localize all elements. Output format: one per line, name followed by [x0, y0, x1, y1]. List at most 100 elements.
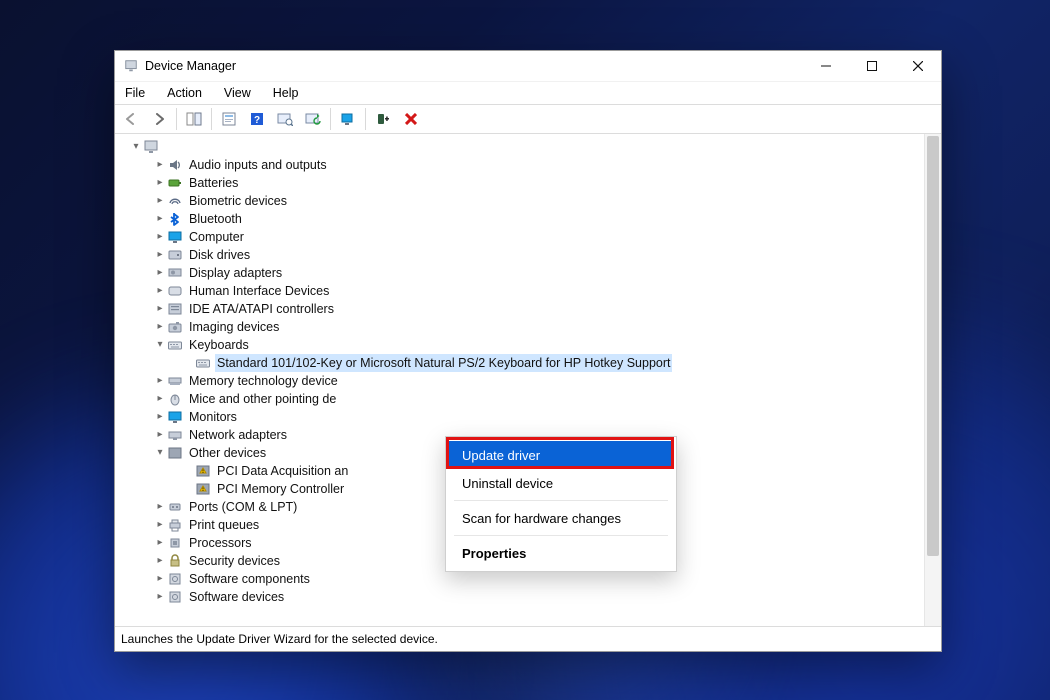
tree-category[interactable]: ▸ Audio inputs and outputs — [123, 156, 924, 174]
chevron-right-icon[interactable]: ▸ — [153, 570, 167, 588]
tree-category[interactable]: ▸Memory technology device — [123, 372, 924, 390]
menu-action[interactable]: Action — [163, 84, 206, 102]
other-icon — [167, 445, 183, 461]
chevron-right-icon[interactable]: ▸ — [153, 588, 167, 606]
chevron-right-icon[interactable]: ▸ — [153, 264, 167, 282]
monitor-icon — [167, 229, 183, 245]
tree-item-label: Security devices — [187, 552, 282, 570]
chevron-right-icon[interactable]: ▸ — [153, 246, 167, 264]
minimize-button[interactable] — [803, 51, 849, 81]
chevron-right-icon[interactable]: ▸ — [153, 498, 167, 516]
svg-text:?: ? — [254, 115, 260, 126]
security-icon — [167, 553, 183, 569]
chevron-down-icon[interactable]: ▾ — [153, 444, 167, 462]
ide-icon — [167, 301, 183, 317]
properties-button[interactable] — [217, 107, 241, 131]
chevron-down-icon[interactable]: ▾ — [129, 138, 143, 156]
tree-item-label: IDE ATA/ATAPI controllers — [187, 300, 336, 318]
speaker-icon — [167, 157, 183, 173]
tree-category[interactable]: ▸Batteries — [123, 174, 924, 192]
chevron-right-icon[interactable]: ▸ — [153, 210, 167, 228]
tree-category[interactable]: ▸ Computer — [123, 228, 924, 246]
tree-root[interactable]: ▾ — [123, 138, 924, 156]
chevron-right-icon[interactable]: ▸ — [153, 408, 167, 426]
add-driver-button[interactable] — [371, 107, 395, 131]
chevron-right-icon[interactable]: ▸ — [153, 552, 167, 570]
ctx-uninstall-device[interactable]: Uninstall device — [448, 469, 674, 497]
chevron-right-icon[interactable]: ▸ — [153, 390, 167, 408]
tree-item-label: Keyboards — [187, 336, 251, 354]
chevron-right-icon[interactable]: ▸ — [153, 318, 167, 336]
tree-category[interactable]: ▸ Software devices — [123, 588, 924, 606]
chevron-right-icon[interactable]: ▸ — [153, 516, 167, 534]
tree-category[interactable]: ▾ Keyboards — [123, 336, 924, 354]
gpu-icon — [167, 265, 183, 281]
close-button[interactable] — [895, 51, 941, 81]
ctx-item-label: Uninstall device — [462, 476, 553, 491]
port-icon — [167, 499, 183, 515]
update-driver-button[interactable] — [301, 107, 325, 131]
cpu-icon — [167, 535, 183, 551]
tree-category[interactable]: ▸Biometric devices — [123, 192, 924, 210]
warn-icon — [195, 481, 211, 497]
network-icon — [167, 427, 183, 443]
status-text: Launches the Update Driver Wizard for th… — [121, 632, 438, 646]
tree-category[interactable]: ▸Software components — [123, 570, 924, 588]
computer-icon — [143, 139, 159, 155]
menu-view[interactable]: View — [220, 84, 255, 102]
tree-device[interactable]: Standard 101/102-Key or Microsoft Natura… — [123, 354, 924, 372]
tree-item-label: Bluetooth — [187, 210, 244, 228]
chevron-right-icon[interactable]: ▸ — [153, 174, 167, 192]
app-icon — [123, 58, 139, 74]
chevron-right-icon[interactable]: ▸ — [153, 426, 167, 444]
scrollbar-thumb[interactable] — [927, 136, 939, 556]
tree-category[interactable]: ▸Human Interface Devices — [123, 282, 924, 300]
tree-item-label: Other devices — [187, 444, 268, 462]
tree-item-label: Computer — [187, 228, 246, 246]
chevron-right-icon[interactable]: ▸ — [153, 156, 167, 174]
window-title: Device Manager — [145, 59, 236, 73]
maximize-button[interactable] — [849, 51, 895, 81]
tree-category[interactable]: ▸ IDE ATA/ATAPI controllers — [123, 300, 924, 318]
monitor-icon — [167, 409, 183, 425]
battery-icon — [167, 175, 183, 191]
ctx-properties[interactable]: Properties — [448, 539, 674, 567]
ctx-item-label: Properties — [462, 546, 526, 561]
tree-category[interactable]: ▸Display adapters — [123, 264, 924, 282]
tree-item-label: PCI Memory Controller — [215, 480, 346, 498]
tree-category[interactable]: ▸ Bluetooth — [123, 210, 924, 228]
ctx-item-label: Scan for hardware changes — [462, 511, 621, 526]
ctx-scan-hardware[interactable]: Scan for hardware changes — [448, 504, 674, 532]
tree-item-label: Audio inputs and outputs — [187, 156, 329, 174]
tree-category[interactable]: ▸ Imaging devices — [123, 318, 924, 336]
chevron-right-icon[interactable]: ▸ — [153, 282, 167, 300]
uninstall-device-button[interactable] — [399, 107, 423, 131]
menu-help[interactable]: Help — [269, 84, 303, 102]
status-bar: Launches the Update Driver Wizard for th… — [115, 626, 941, 651]
chevron-right-icon[interactable]: ▸ — [153, 300, 167, 318]
chevron-down-icon[interactable]: ▾ — [153, 336, 167, 354]
chevron-right-icon[interactable]: ▸ — [153, 228, 167, 246]
forward-button[interactable] — [147, 107, 171, 131]
ctx-update-driver[interactable]: Update driver — [448, 441, 674, 469]
back-button[interactable] — [119, 107, 143, 131]
tree-item-label: Imaging devices — [187, 318, 281, 336]
tree-category[interactable]: ▸Disk drives — [123, 246, 924, 264]
titlebar[interactable]: Device Manager — [115, 51, 941, 81]
chevron-right-icon[interactable]: ▸ — [153, 534, 167, 552]
chevron-right-icon[interactable]: ▸ — [153, 192, 167, 210]
context-menu: Update driver Uninstall device Scan for … — [445, 436, 677, 572]
help-button[interactable]: ? — [245, 107, 269, 131]
vertical-scrollbar[interactable] — [924, 134, 941, 626]
show-hidden-button[interactable] — [182, 107, 206, 131]
tree-category[interactable]: ▸Mice and other pointing de — [123, 390, 924, 408]
menu-file[interactable]: File — [121, 84, 149, 102]
tree-category[interactable]: ▸Monitors — [123, 408, 924, 426]
enable-device-button[interactable] — [336, 107, 360, 131]
chevron-right-icon[interactable]: ▸ — [153, 372, 167, 390]
printer-icon — [167, 517, 183, 533]
tree-item-label: PCI Data Acquisition an — [215, 462, 350, 480]
scan-hardware-button[interactable] — [273, 107, 297, 131]
tree-item-label: Network adapters — [187, 426, 289, 444]
tree-item-label: Software devices — [187, 588, 286, 606]
